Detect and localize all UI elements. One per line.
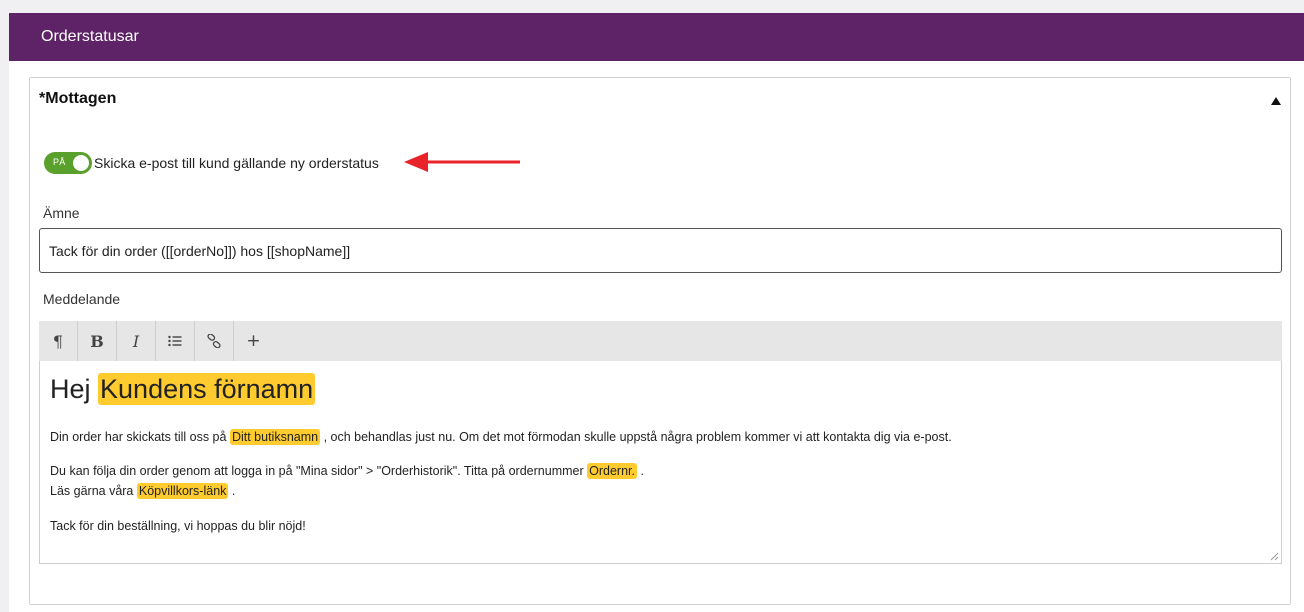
card-title[interactable]: *Mottagen — [39, 90, 116, 108]
message-line-2: Du kan följa din order genom att logga i… — [50, 463, 644, 479]
subject-input[interactable] — [39, 228, 1282, 273]
message-line-4: Tack för din beställning, vi hoppas du b… — [50, 519, 306, 533]
list-icon — [168, 335, 182, 347]
editor-toolbar: ¶ B I + — [39, 321, 1282, 361]
message-label: Meddelande — [43, 291, 121, 307]
plus-icon: + — [246, 331, 261, 351]
customer-firstname-token[interactable]: Kundens förnamn — [98, 373, 316, 405]
line1-text-b: , och behandlas just nu. Om det mot förm… — [323, 430, 952, 444]
card-title-text: Mottagen — [45, 90, 117, 107]
heading-text: Hej — [50, 374, 91, 404]
line3-text-b: . — [231, 484, 236, 498]
message-editor[interactable]: Hej Kundens förnamn Din order har skicka… — [39, 361, 1282, 564]
order-status-page: Orderstatusar *Mottagen PÅ Skicka e-post… — [9, 13, 1304, 612]
terms-link-token[interactable]: Köpvillkors-länk — [136, 483, 229, 499]
message-line-1: Din order har skickats till oss på Ditt … — [50, 429, 952, 445]
bold-button[interactable]: B — [78, 321, 117, 361]
link-icon — [207, 334, 221, 348]
toggle-knob — [73, 155, 89, 171]
resize-grip-icon[interactable] — [1270, 552, 1279, 561]
editor-heading: Hej Kundens förnamn — [50, 373, 316, 405]
page-title: Orderstatusar — [41, 28, 139, 45]
shop-name-token[interactable]: Ditt butiksnamn — [229, 429, 321, 445]
subject-label: Ämne — [43, 205, 80, 221]
status-card-mottagen: *Mottagen PÅ Skicka e-post till kund gäl… — [29, 77, 1291, 605]
red-arrow-icon — [404, 152, 520, 172]
line2-text-b: . — [640, 464, 644, 478]
order-number-token[interactable]: Ordernr. — [587, 463, 637, 479]
toggle-state-label: PÅ — [53, 157, 66, 167]
insert-more-button[interactable]: + — [234, 321, 273, 361]
collapse-triangle-icon[interactable] — [1271, 97, 1281, 105]
page-header: Orderstatusar — [9, 13, 1304, 61]
paragraph-icon: ¶ — [52, 331, 64, 351]
line2-text-a: Du kan följa din order genom att logga i… — [50, 464, 584, 478]
paragraph-format-button[interactable]: ¶ — [39, 321, 78, 361]
send-email-toggle[interactable]: PÅ — [44, 152, 92, 174]
italic-icon: I — [132, 331, 140, 351]
link-button[interactable] — [195, 321, 234, 361]
bold-icon: B — [90, 331, 104, 351]
toggle-label: Skicka e-post till kund gällande ny orde… — [94, 155, 379, 171]
bullet-list-button[interactable] — [156, 321, 195, 361]
line3-text-a: Läs gärna våra — [50, 484, 134, 498]
line1-text-a: Din order har skickats till oss på — [50, 430, 227, 444]
message-line-3: Läs gärna våra Köpvillkors-länk . — [50, 483, 236, 499]
italic-button[interactable]: I — [117, 321, 156, 361]
